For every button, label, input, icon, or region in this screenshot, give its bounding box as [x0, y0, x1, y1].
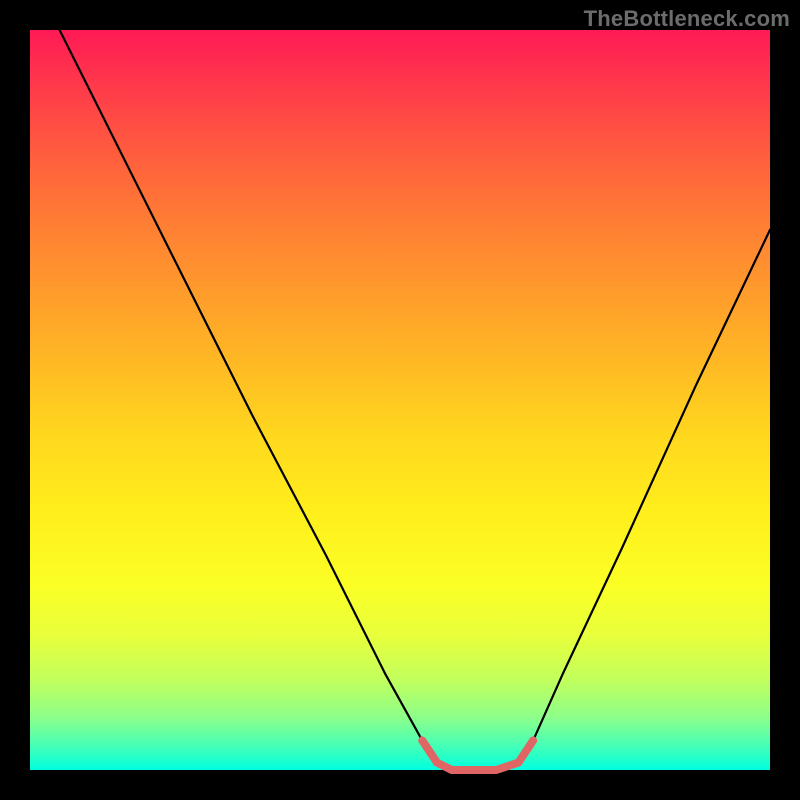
optimal-band	[422, 740, 533, 770]
chart-svg	[0, 0, 800, 800]
bottleneck-curve	[60, 30, 770, 770]
chart-lines	[60, 30, 770, 770]
